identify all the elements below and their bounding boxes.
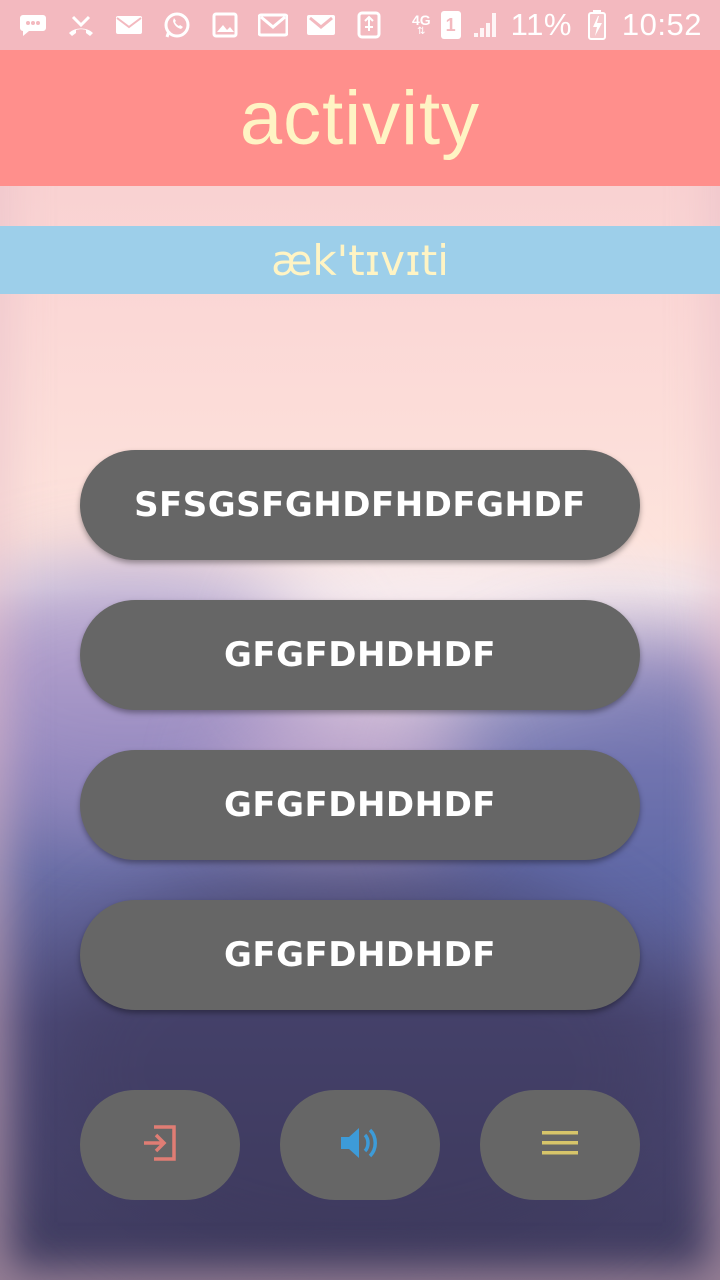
usb-icon bbox=[354, 10, 384, 40]
missed-call-icon bbox=[66, 10, 96, 40]
gallery-icon bbox=[210, 10, 240, 40]
sim-icon: 1 bbox=[440, 11, 461, 39]
battery-charging-icon bbox=[582, 10, 612, 40]
speaker-icon bbox=[339, 1123, 381, 1168]
play-sound-button[interactable] bbox=[280, 1090, 440, 1200]
network-type-label: 4G bbox=[411, 12, 431, 28]
exit-icon bbox=[140, 1123, 180, 1168]
messages-icon bbox=[18, 10, 48, 40]
menu-button[interactable] bbox=[480, 1090, 640, 1200]
gmail-icon bbox=[258, 10, 288, 40]
email-icon bbox=[114, 10, 144, 40]
word-title: activity bbox=[239, 75, 481, 161]
word-header: activity bbox=[0, 50, 720, 186]
answer-option-button[interactable]: SFSGSFGHDFHDFGHDF bbox=[80, 450, 640, 560]
phonetic-transcription: æk'tɪvɪti bbox=[271, 235, 449, 285]
sim-slot-label: 1 bbox=[445, 14, 456, 35]
whatsapp-icon bbox=[162, 10, 192, 40]
answer-option-button[interactable]: GFGFDHDHDF bbox=[80, 600, 640, 710]
clock: 10:52 bbox=[621, 7, 702, 42]
menu-icon bbox=[541, 1128, 579, 1163]
status-bar: 4G ⇅ 1 11% 10:52 bbox=[0, 0, 720, 50]
network-type-indicator: 4G ⇅ bbox=[411, 12, 431, 37]
battery-percentage: 11% bbox=[510, 7, 572, 42]
answer-option-button[interactable]: GFGFDHDHDF bbox=[80, 900, 640, 1010]
signal-icon bbox=[471, 10, 501, 40]
phonetic-bar: æk'tɪvɪti bbox=[0, 226, 720, 294]
gmail-icon bbox=[306, 10, 336, 40]
answer-option-button[interactable]: GFGFDHDHDF bbox=[80, 750, 640, 860]
exit-button[interactable] bbox=[80, 1090, 240, 1200]
